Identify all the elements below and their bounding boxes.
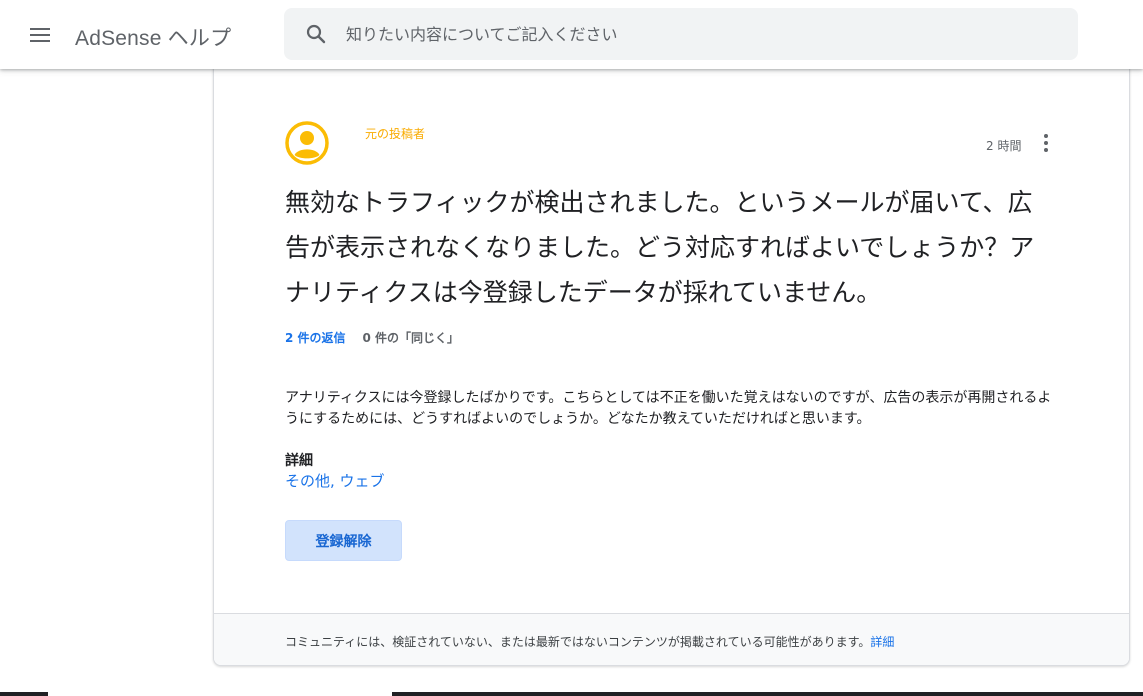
search-input[interactable] [346,8,1066,60]
avatar-icon[interactable] [285,121,329,165]
replies-link[interactable]: 2 件の返信 [285,329,346,346]
product-title[interactable]: AdSense ヘルプ [75,22,231,52]
post-stats: 2 件の返信 0 件の「同じく」 [285,329,459,346]
community-notice-footer: コミュニティには、検証されていない、または最新ではないコンテンツが掲載されている… [214,613,1129,665]
community-notice: コミュニティには、検証されていない、または最新ではないコンテンツが掲載されている… [285,633,894,650]
more-options-icon[interactable] [1034,131,1058,155]
top-app-bar: AdSense ヘルプ [0,0,1143,69]
details-label: 詳細 [285,453,313,469]
search-box[interactable] [284,8,1078,60]
question-title: 無効なトラフィックが検出されました。というメールが届いて、広告が表示されなくなり… [285,188,1035,307]
bottom-edge-segment [392,692,1143,696]
search-icon[interactable] [304,22,328,46]
post-timestamp: 2 時間 [986,139,1022,153]
post-body: アナリティクスには今登録したばかりです。こちらとしては不正を働いた覚えはないので… [285,390,1052,427]
hamburger-menu-icon[interactable] [20,17,60,53]
details-link[interactable]: 詳細 [870,635,894,649]
bottom-edge [0,692,1143,696]
details-tags-link[interactable]: その他, ウェブ [285,470,385,491]
same-count: 0 件の「同じく」 [362,331,460,345]
community-notice-text: コミュニティには、検証されていない、または最新ではないコンテンツが掲載されている… [285,635,871,649]
unsubscribe-button[interactable]: 登録解除 [285,520,402,561]
author-role-label: 元の投稿者 [365,127,426,141]
question-card: 元の投稿者 2 時間 無効なトラフィックが検出されました。というメールが届いて、… [213,60,1130,666]
bottom-edge-segment [0,692,48,696]
